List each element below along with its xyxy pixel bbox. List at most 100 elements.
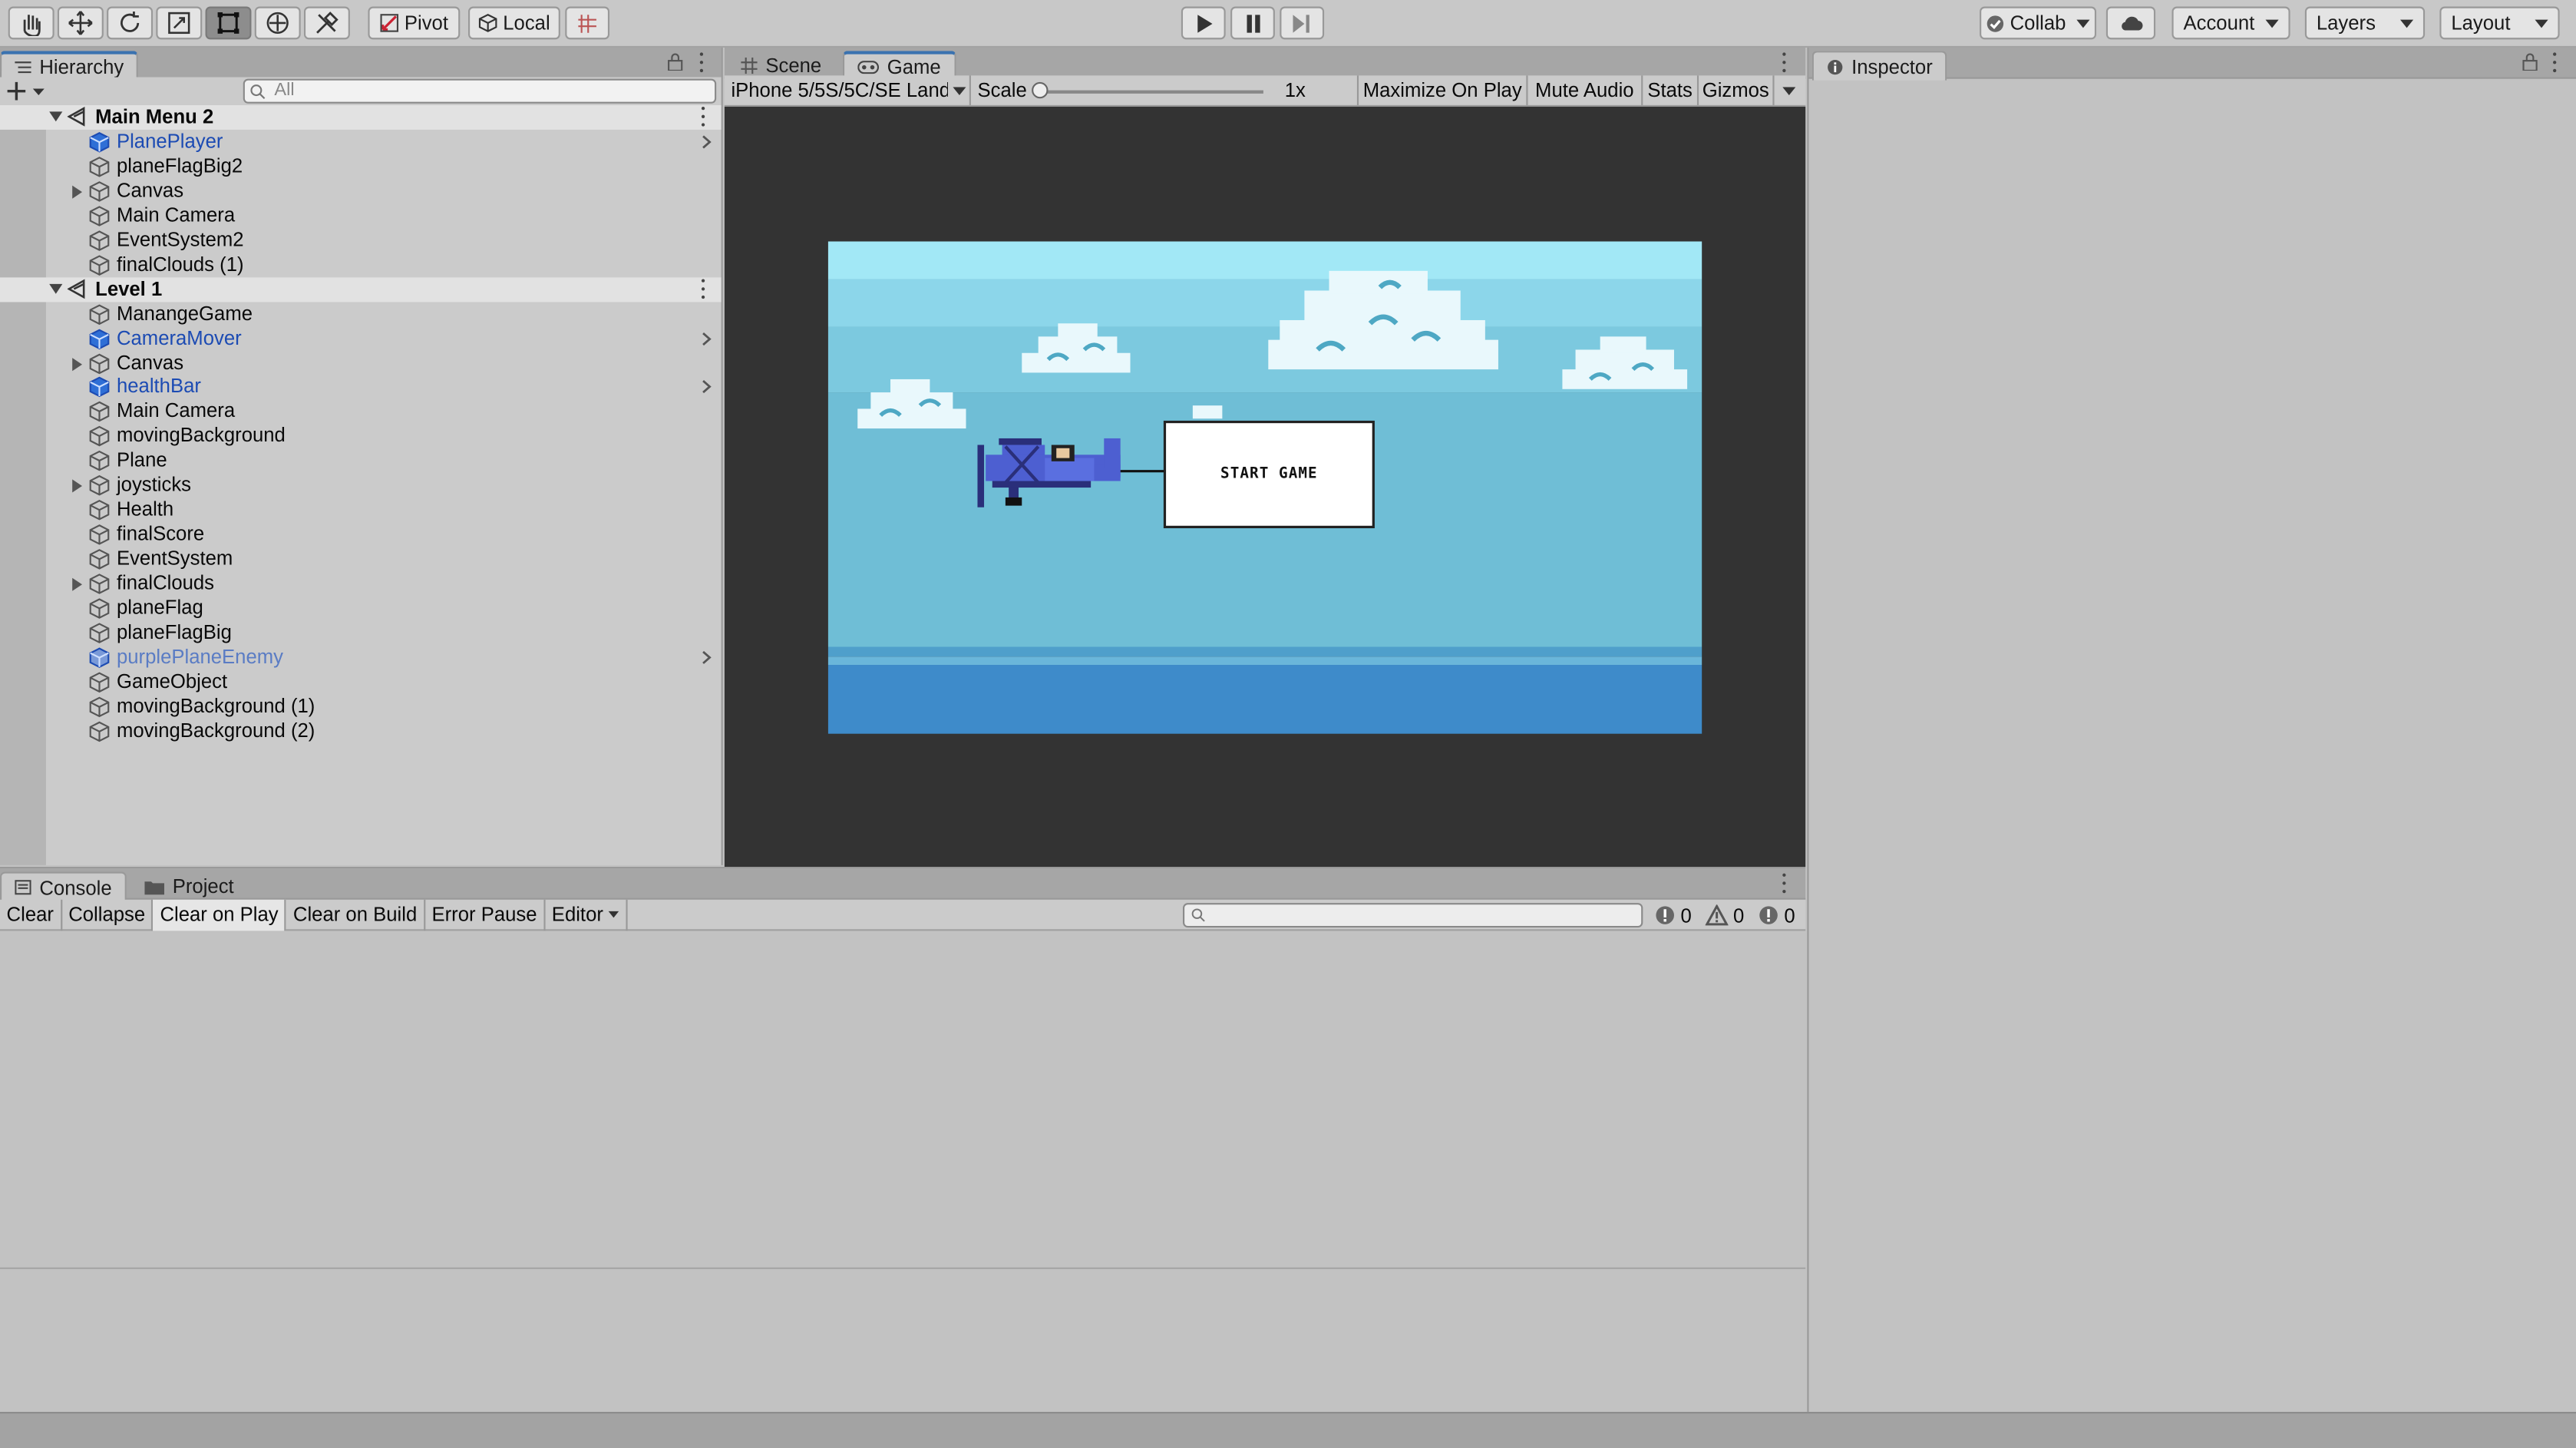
console-error-pause-button[interactable]: Error Pause [425, 898, 546, 931]
hierarchy-item[interactable]: Main Camera [0, 203, 722, 228]
console-button-label: Clear on Play [160, 903, 279, 927]
log-counter[interactable]: 0 [1650, 900, 1696, 931]
foldout-closed-icon[interactable] [72, 577, 83, 591]
hierarchy-item[interactable]: finalClouds (1) [0, 253, 722, 277]
hierarchy-item[interactable]: planeFlagBig [0, 620, 722, 645]
pivot-icon [380, 13, 400, 33]
hierarchy-item[interactable]: EventSystem2 [0, 228, 722, 253]
hierarchy-item[interactable]: movingBackground [0, 424, 722, 448]
tab-project[interactable]: Project [131, 871, 247, 901]
transform-tool-button[interactable] [254, 6, 301, 40]
stats-toggle[interactable]: Stats [1643, 74, 1699, 106]
hierarchy-item[interactable]: healthBar [0, 375, 722, 399]
console-search-input[interactable] [1183, 903, 1643, 928]
chevron-right-icon[interactable] [702, 331, 712, 345]
layers-dropdown[interactable]: Layers [2304, 6, 2426, 40]
local-toggle[interactable]: Local [467, 6, 560, 40]
cloud-button[interactable] [2105, 6, 2156, 40]
error-counter[interactable]: 0 [1753, 900, 1800, 931]
layout-dropdown[interactable]: Layout [2439, 6, 2560, 40]
foldout-open-icon[interactable] [49, 283, 63, 293]
hierarchy-item[interactable]: PlanePlayer [0, 130, 722, 154]
hierarchy-item[interactable]: Canvas [0, 351, 722, 375]
step-button[interactable] [1280, 6, 1325, 40]
tab-inspector[interactable]: Inspector [1811, 51, 1948, 81]
foldout-closed-icon[interactable] [72, 357, 83, 371]
chevron-right-icon[interactable] [702, 380, 712, 395]
hierarchy-panel: Hierarchy All Main Menu 2 PlanePlayer plan… [0, 48, 723, 865]
hierarchy-item[interactable]: Canvas [0, 179, 722, 203]
console-editor-button[interactable]: Editor [545, 898, 629, 931]
tab-console[interactable]: Console [0, 871, 127, 901]
hierarchy-item[interactable]: ManangeGame [0, 302, 722, 326]
play-button[interactable] [1181, 6, 1226, 40]
hand-tool-button[interactable] [8, 6, 54, 40]
gameobject-cube-icon [89, 548, 111, 570]
gizmos-toggle[interactable]: Gizmos [1699, 74, 1775, 106]
inspector-menu-icon[interactable] [2551, 52, 2558, 73]
console-clear-on-build-button[interactable]: Clear on Build [286, 898, 425, 931]
scene-menu-icon[interactable] [700, 278, 707, 299]
account-dropdown[interactable]: Account [2171, 6, 2290, 40]
hierarchy-item[interactable]: finalClouds [0, 571, 722, 596]
mute-audio-toggle[interactable]: Mute Audio [1527, 74, 1643, 106]
hierarchy-item-label: finalClouds [116, 571, 215, 595]
scene-row[interactable]: Level 1 [0, 276, 722, 302]
tab-hierarchy[interactable]: Hierarchy [0, 51, 139, 81]
foldout-closed-icon[interactable] [72, 479, 83, 494]
create-plus-icon[interactable] [7, 81, 50, 102]
gameobject-cube-icon [89, 156, 111, 177]
hierarchy-item[interactable]: Main Camera [0, 399, 722, 424]
hierarchy-item[interactable]: Health [0, 498, 722, 522]
console-clear-on-play-button[interactable]: Clear on Play [153, 898, 287, 931]
scale-control: Scale 1x [971, 74, 1359, 106]
warning-counter[interactable]: 0 [1700, 900, 1749, 931]
console-clear-button[interactable]: Clear [0, 898, 62, 931]
transform-tool-icon [265, 10, 291, 36]
hierarchy-search-input[interactable]: All [243, 78, 717, 104]
game-menu-icon[interactable] [1781, 52, 1788, 73]
hierarchy-item-label: finalClouds (1) [116, 252, 244, 276]
console-menu-icon[interactable] [1781, 873, 1788, 894]
console-panel: Console Project [0, 867, 1806, 1412]
scene-menu-icon[interactable] [700, 106, 707, 127]
scale-slider-thumb[interactable] [1032, 81, 1049, 98]
hierarchy-item[interactable]: planeFlagBig2 [0, 154, 722, 179]
hierarchy-item[interactable]: finalScore [0, 522, 722, 547]
hierarchy-item[interactable]: purplePlaneEnemy [0, 645, 722, 669]
collab-dropdown[interactable]: Collab [1980, 6, 2097, 40]
gizmos-dropdown[interactable] [1775, 74, 1805, 106]
rotate-tool-button[interactable] [107, 6, 154, 40]
grid-snap-button[interactable] [565, 6, 610, 40]
hierarchy-item[interactable]: CameraMover [0, 326, 722, 351]
maximize-on-play-toggle[interactable]: Maximize On Play [1359, 74, 1528, 106]
lock-icon[interactable] [667, 52, 683, 71]
hierarchy-item[interactable]: EventSystem [0, 547, 722, 571]
mute-label: Mute Audio [1535, 78, 1634, 102]
hierarchy-menu-icon[interactable] [698, 52, 705, 73]
scene-row[interactable]: Main Menu 2 [0, 104, 722, 130]
pause-button[interactable] [1230, 6, 1275, 40]
scale-tool-button[interactable] [156, 6, 203, 40]
hierarchy-item[interactable]: joysticks [0, 473, 722, 498]
hierarchy-item[interactable]: Plane [0, 448, 722, 473]
custom-tool-button[interactable] [303, 6, 350, 40]
hierarchy-item[interactable]: planeFlag [0, 596, 722, 620]
hierarchy-item[interactable]: GameObject [0, 669, 722, 694]
rect-tool-button[interactable] [205, 6, 252, 40]
chevron-right-icon[interactable] [702, 650, 712, 665]
console-collapse-button[interactable]: Collapse [62, 898, 154, 931]
move-tool-button[interactable] [57, 6, 104, 40]
pivot-toggle[interactable]: Pivot [368, 6, 461, 40]
foldout-open-icon[interactable] [49, 111, 63, 122]
status-bar [0, 1411, 2576, 1448]
hierarchy-item[interactable]: movingBackground (2) [0, 719, 722, 743]
hierarchy-item[interactable]: movingBackground (1) [0, 694, 722, 719]
chevron-right-icon[interactable] [702, 134, 712, 149]
scale-slider-track[interactable] [1039, 89, 1263, 93]
resolution-dropdown[interactable]: iPhone 5/5S/5C/SE Lands [725, 74, 971, 106]
game-screen[interactable]: START GAME [827, 241, 1702, 734]
foldout-closed-icon[interactable] [72, 185, 83, 199]
start-game-label[interactable]: START GAME [1164, 422, 1373, 527]
inspector-lock-icon[interactable] [2522, 52, 2538, 71]
